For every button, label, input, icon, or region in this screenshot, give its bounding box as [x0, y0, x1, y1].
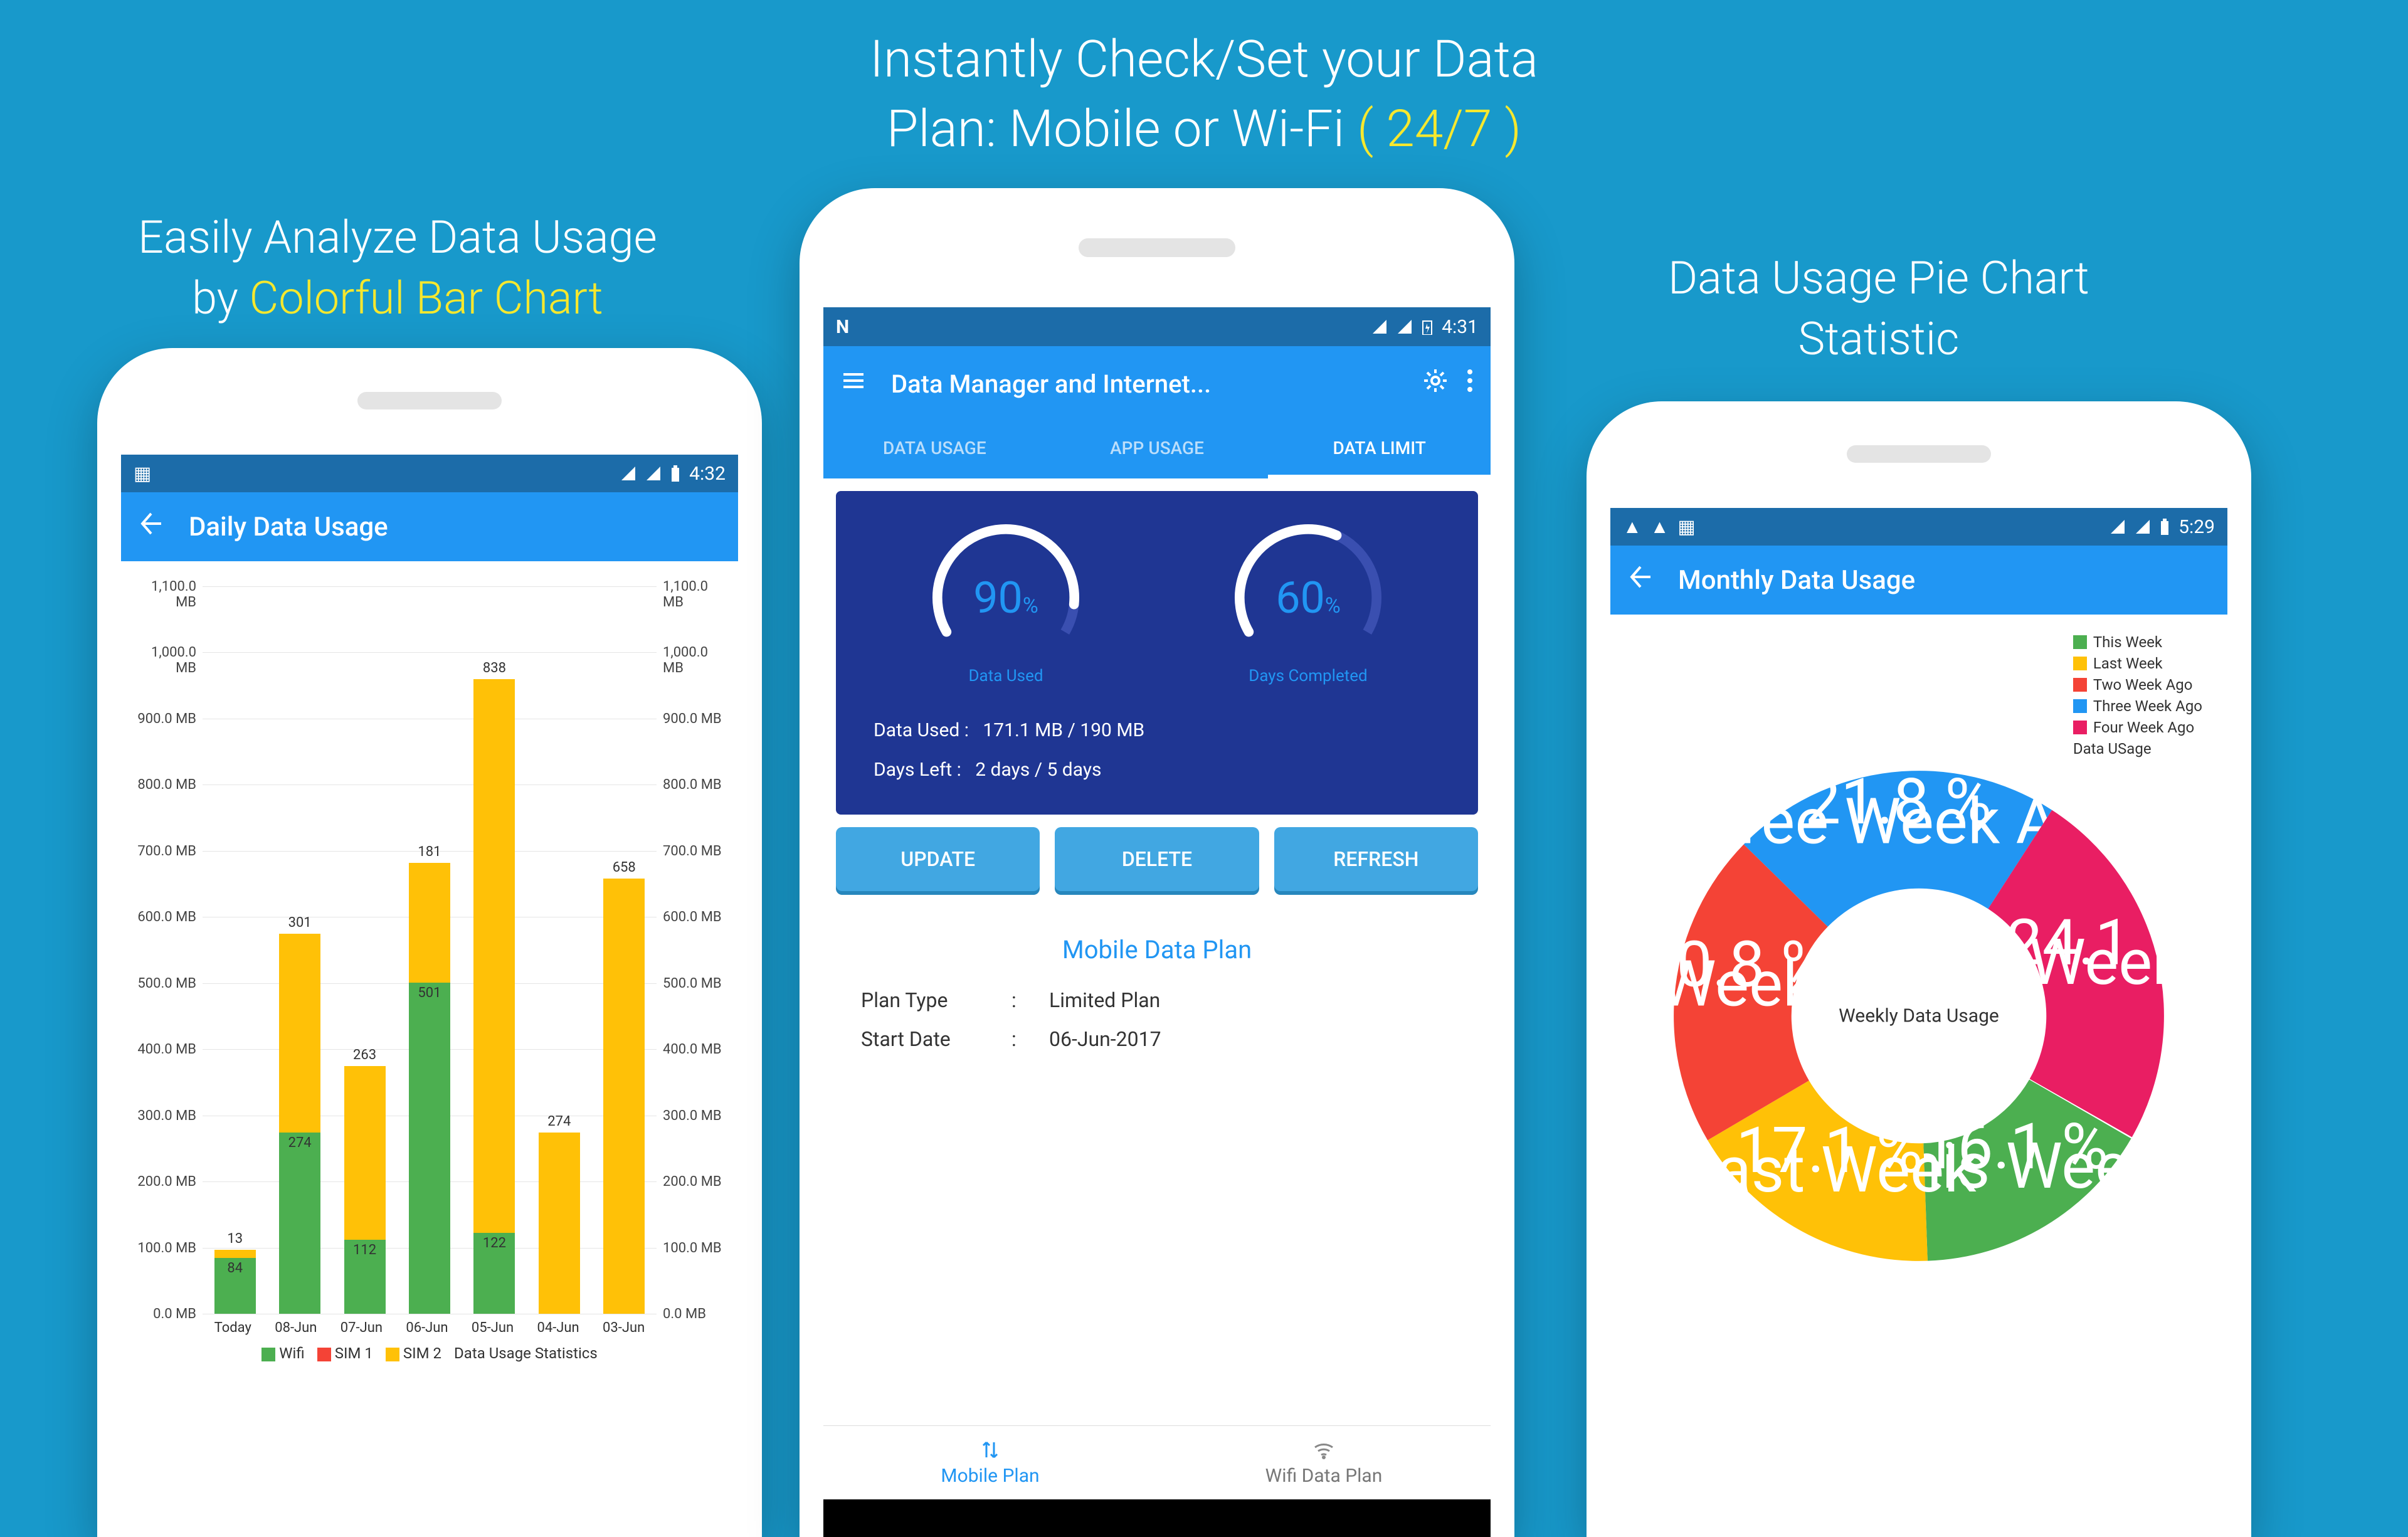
tab-data-usage[interactable]: DATA USAGE [823, 421, 1046, 478]
appbar: Monthly Data Usage [1610, 546, 2227, 615]
hamburger-icon[interactable] [841, 368, 866, 399]
update-button[interactable]: UPDATE [836, 827, 1040, 891]
tab-data-limit[interactable]: DATA LIMIT [1268, 421, 1491, 478]
signal-icon [1371, 319, 1388, 335]
signal-icon [645, 465, 662, 482]
back-icon[interactable] [139, 511, 164, 543]
mobile-data-plan-card: Mobile Data Plan Plan Type:Limited Plan … [836, 916, 1478, 1077]
statusbar: N 4:31 [823, 307, 1491, 346]
nav-mobile-plan[interactable]: Mobile Plan [823, 1426, 1157, 1499]
page-title: Data Manager and Internet... [891, 369, 1423, 399]
banner-left: Easily Analyze Data Usage by Colorful Ba… [138, 207, 657, 329]
bottom-nav: Mobile Plan Wifi Data Plan [823, 1425, 1491, 1499]
signal-icon [2135, 519, 2151, 535]
statusbar: ▦ 4:32 [121, 455, 738, 492]
wifi-icon [1312, 1439, 1335, 1461]
clock: 4:32 [689, 463, 726, 485]
appbar: Data Manager and Internet... [823, 346, 1491, 421]
mobile-arrows-icon [979, 1439, 1001, 1461]
gauge-data-used: 90% Data Used [918, 516, 1094, 685]
gauge-days-completed: 60% Days Completed [1220, 516, 1396, 685]
image-icon: ▦ [134, 463, 151, 485]
data-used-row: Data Used : 171.1 MB / 190 MB [855, 710, 1459, 750]
tab-app-usage[interactable]: APP USAGE [1046, 421, 1269, 478]
appbar: Daily Data Usage [121, 492, 738, 561]
back-icon[interactable] [1628, 564, 1653, 596]
phone-mid: N 4:31 Data Manager and Internet... DATA… [800, 188, 1514, 1537]
signal-icon [2110, 519, 2126, 535]
tabs: DATA USAGE APP USAGE DATA LIMIT [823, 421, 1491, 478]
statusbar: ▲ ▲ ▦ 5:29 [1610, 508, 2227, 546]
refresh-button[interactable]: REFRESH [1274, 827, 1478, 891]
warning-icon: ▲ [1650, 516, 1669, 538]
overflow-icon[interactable] [1467, 368, 1473, 399]
gear-icon[interactable] [1423, 368, 1448, 399]
delete-button[interactable]: DELETE [1055, 827, 1259, 891]
image-icon: ▦ [1677, 516, 1695, 538]
android-n-icon: N [836, 316, 849, 338]
signal-icon [1397, 319, 1413, 335]
clock: 5:29 [2178, 516, 2215, 538]
nav-wifi-plan[interactable]: Wifi Data Plan [1157, 1426, 1491, 1499]
donut-center-label: Weekly Data Usage [1649, 1005, 2189, 1027]
warning-icon: ▲ [1623, 516, 1642, 538]
banner-mid: Instantly Check/Set your Data Plan: Mobi… [734, 25, 1674, 164]
days-left-row: Days Left : 2 days / 5 days [855, 750, 1459, 790]
battery-icon [670, 465, 680, 482]
banner-right: Data Usage Pie Chart Statistic [1668, 248, 2089, 369]
battery-charging-icon [1422, 319, 1433, 335]
android-navbar [823, 1499, 1491, 1537]
page-title: Monthly Data Usage [1678, 565, 1915, 596]
page-title: Daily Data Usage [189, 512, 388, 542]
battery-icon [2160, 519, 2170, 535]
signal-icon [620, 465, 636, 482]
phone-left: ▦ 4:32 Daily Data Usage 0.0 MB0.0 MB100.… [97, 348, 762, 1537]
phone-right: ▲ ▲ ▦ 5:29 Monthly Data Usage This WeekL… [1587, 401, 2251, 1537]
svg-text:24.1 %Four Week Ago: 24.1 %Four Week Ago [1886, 906, 2189, 1000]
clock: 4:31 [1442, 316, 1478, 338]
bar-chart: 0.0 MB0.0 MB100.0 MB100.0 MB200.0 MB200.… [121, 561, 738, 1375]
pie-legend: This WeekLast WeekTwo Week AgoThree Week… [2073, 633, 2202, 761]
donut-chart: This WeekLast WeekTwo Week AgoThree Week… [1610, 615, 2227, 1304]
usage-card: 90% Data Used 60% Days Completed Data Us… [836, 491, 1478, 815]
